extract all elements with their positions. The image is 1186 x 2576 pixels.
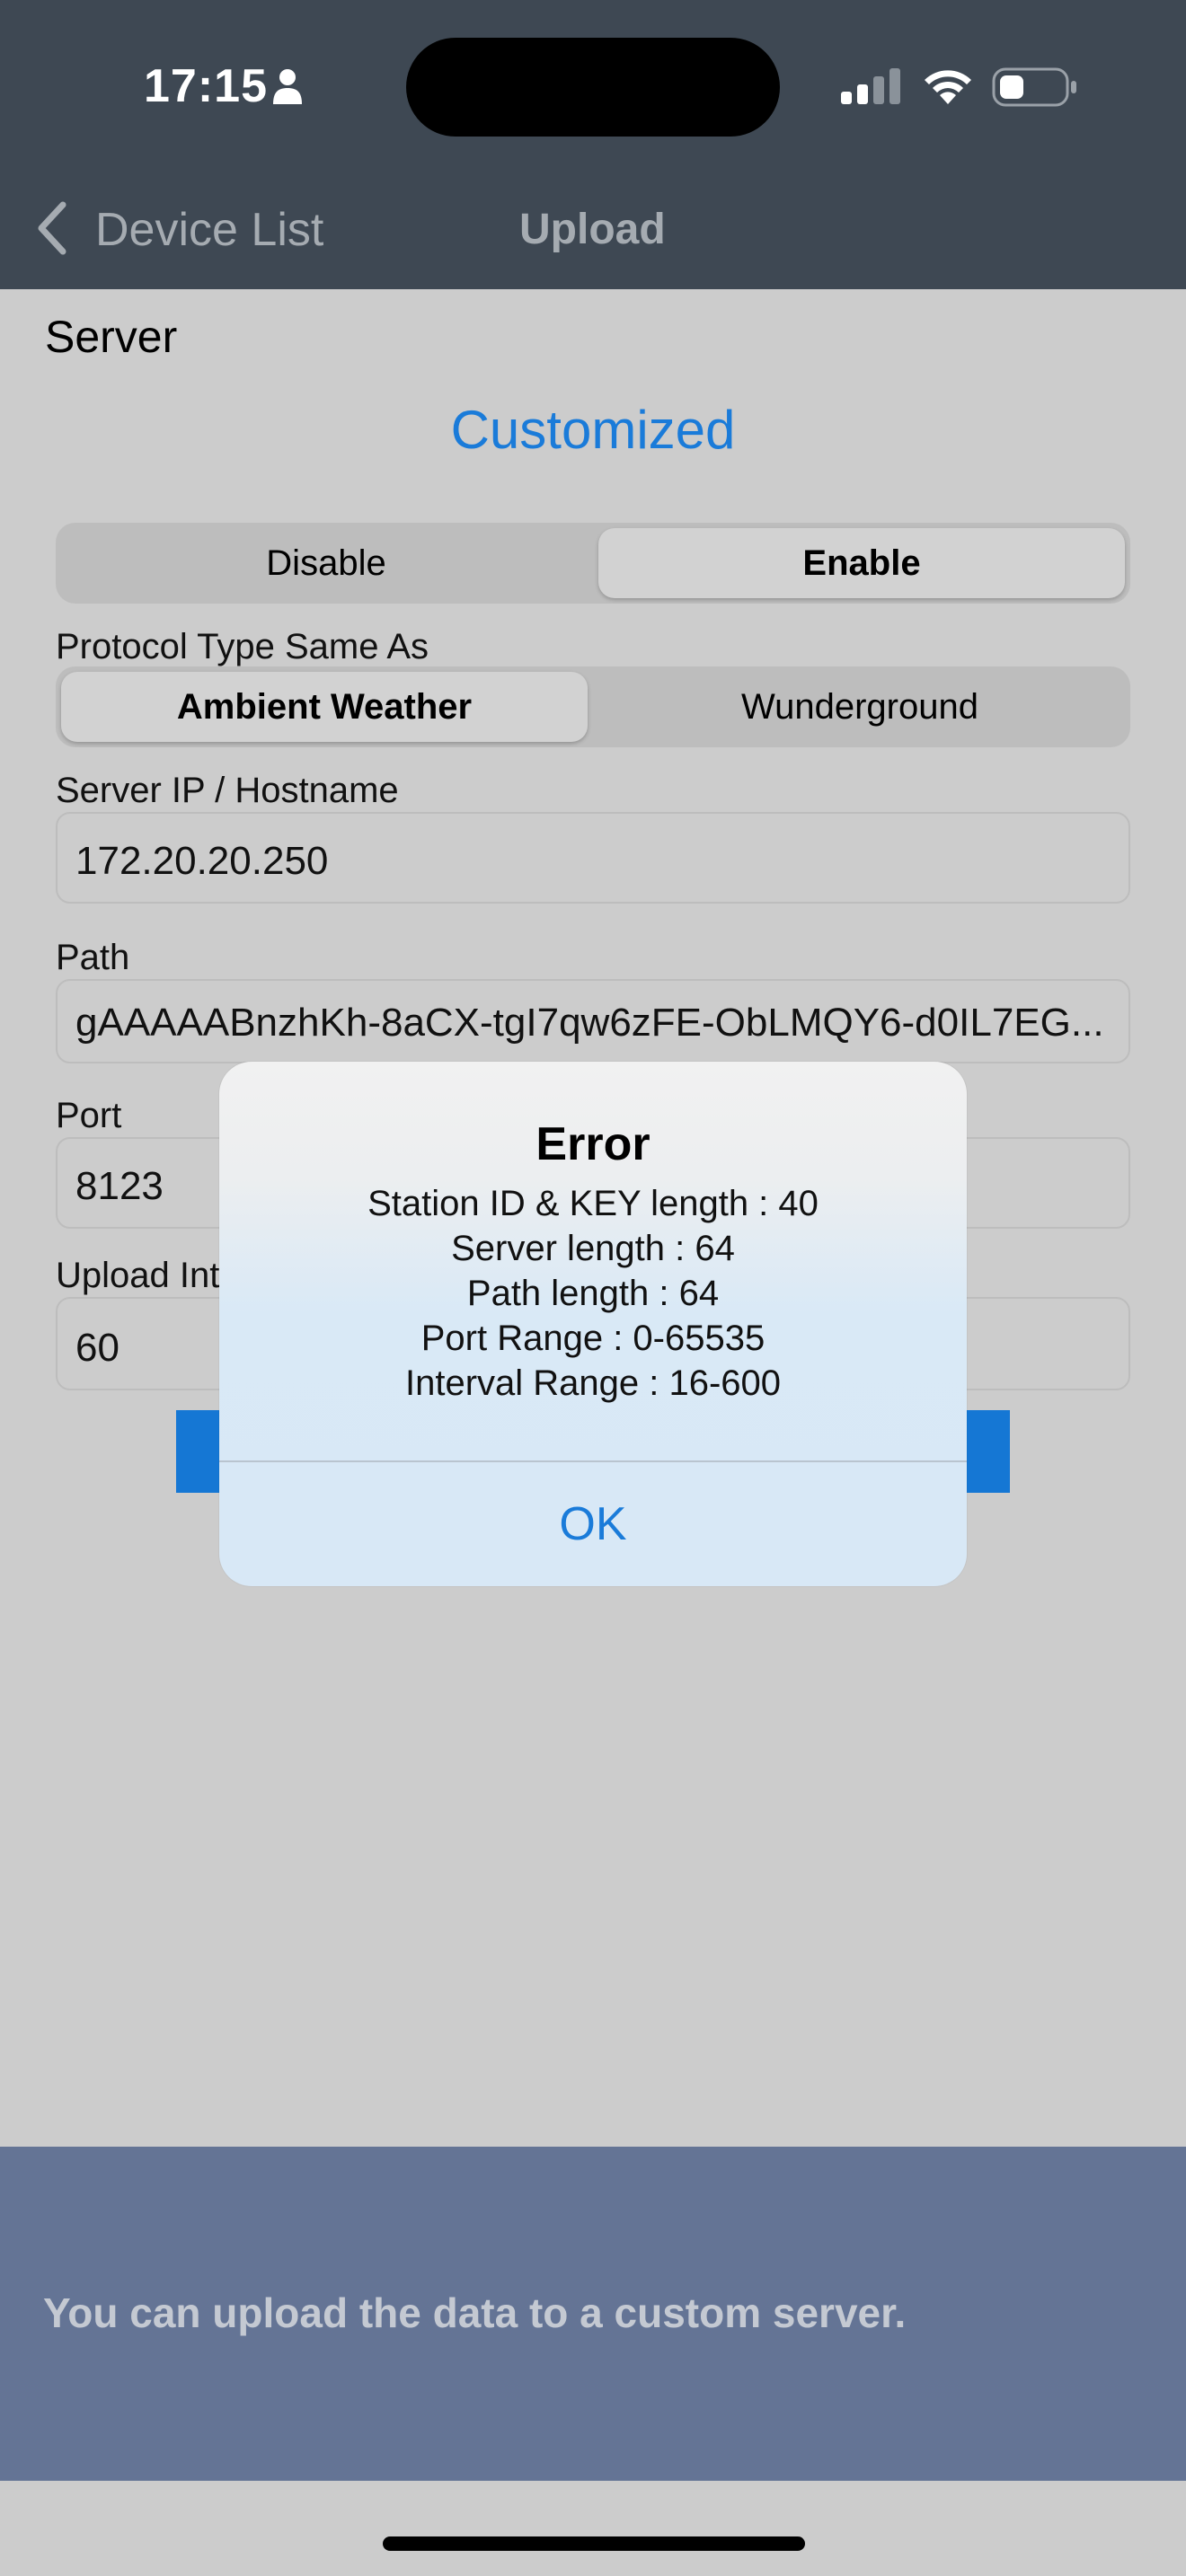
cellular-signal-icon — [841, 68, 900, 104]
path-input[interactable]: gAAAAABnzhKh-8aCX-tgI7qw6zFE-ObLMQY6-d0I… — [56, 979, 1130, 1063]
enable-segmented-control: Disable Enable — [56, 523, 1130, 604]
battery-icon — [992, 67, 1076, 107]
status-time: 17:15 — [144, 60, 268, 112]
protocol-segmented-control: Ambient Weather Wunderground — [56, 666, 1130, 747]
navigation-header: 17:15 Device List Upload — [0, 0, 1186, 289]
segment-enable[interactable]: Enable — [598, 528, 1125, 598]
chevron-left-icon[interactable] — [34, 201, 70, 255]
ok-button[interactable]: OK — [219, 1462, 967, 1586]
save-button-left-edge[interactable] — [176, 1410, 221, 1493]
port-field-label: Port — [56, 1096, 122, 1135]
mode-label[interactable]: Customized — [0, 399, 1186, 461]
interval-field-label: Upload Int — [56, 1256, 220, 1295]
segment-ambient-weather[interactable]: Ambient Weather — [61, 672, 588, 742]
segment-disable[interactable]: Disable — [61, 528, 591, 598]
alert-message-line: Port Range : 0-65535 — [420, 1319, 766, 1358]
page-title: Upload — [519, 206, 666, 253]
port-input-value: 8123 — [75, 1164, 164, 1208]
back-button[interactable]: Device List — [95, 203, 323, 257]
interval-input-value: 60 — [75, 1326, 119, 1370]
info-text: You can upload the data to a custom serv… — [43, 2289, 907, 2336]
path-field-label: Path — [56, 938, 130, 977]
person-icon — [273, 69, 302, 104]
path-input-value: gAAAAABnzhKh-8aCX-tgI7qw6zFE-ObLMQY6-d0I… — [75, 1001, 1104, 1045]
alert-message-line: Station ID & KEY length : 40 — [367, 1184, 819, 1223]
section-title: Server — [45, 312, 178, 362]
segment-wunderground[interactable]: Wunderground — [595, 672, 1125, 742]
wifi-icon — [925, 70, 971, 104]
server-field-label: Server IP / Hostname — [56, 771, 399, 810]
dynamic-island — [406, 38, 780, 137]
server-input[interactable]: 172.20.20.250 — [56, 812, 1130, 904]
error-alert-dialog: Error Station ID & KEY length : 40 Serve… — [219, 1062, 967, 1586]
alert-message-line: Path length : 64 — [466, 1274, 720, 1313]
protocol-label: Protocol Type Same As — [56, 627, 429, 666]
home-indicator[interactable] — [383, 2536, 805, 2551]
save-button-right-edge[interactable] — [965, 1410, 1010, 1493]
alert-message-line: Server length : 64 — [451, 1229, 735, 1268]
alert-title: Error — [535, 1118, 651, 1170]
server-input-value: 172.20.20.250 — [75, 839, 329, 883]
alert-message-line: Interval Range : 16-600 — [404, 1363, 782, 1403]
